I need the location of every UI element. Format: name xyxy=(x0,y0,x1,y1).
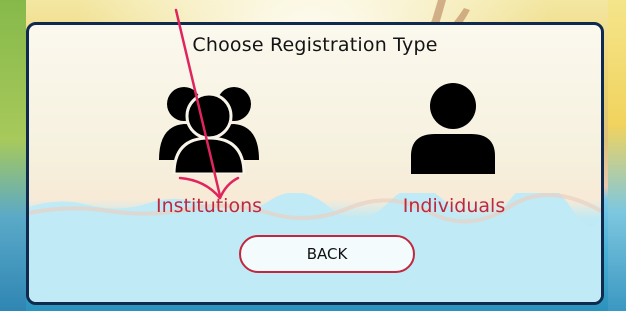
group-icon xyxy=(159,87,259,174)
individuals-label: Individuals xyxy=(402,195,506,217)
dialog-title: Choose Registration Type xyxy=(192,34,438,56)
institutions-option[interactable]: Institutions xyxy=(139,77,279,227)
background-sand-right xyxy=(608,0,626,311)
person-icon xyxy=(411,83,495,174)
institutions-label: Institutions xyxy=(155,195,263,217)
individuals-option[interactable]: Individuals xyxy=(379,77,529,227)
registration-dialog: Choose Registration Type Institutions In… xyxy=(26,22,604,305)
background-grass-left xyxy=(0,0,26,311)
back-button[interactable]: BACK xyxy=(239,235,415,273)
